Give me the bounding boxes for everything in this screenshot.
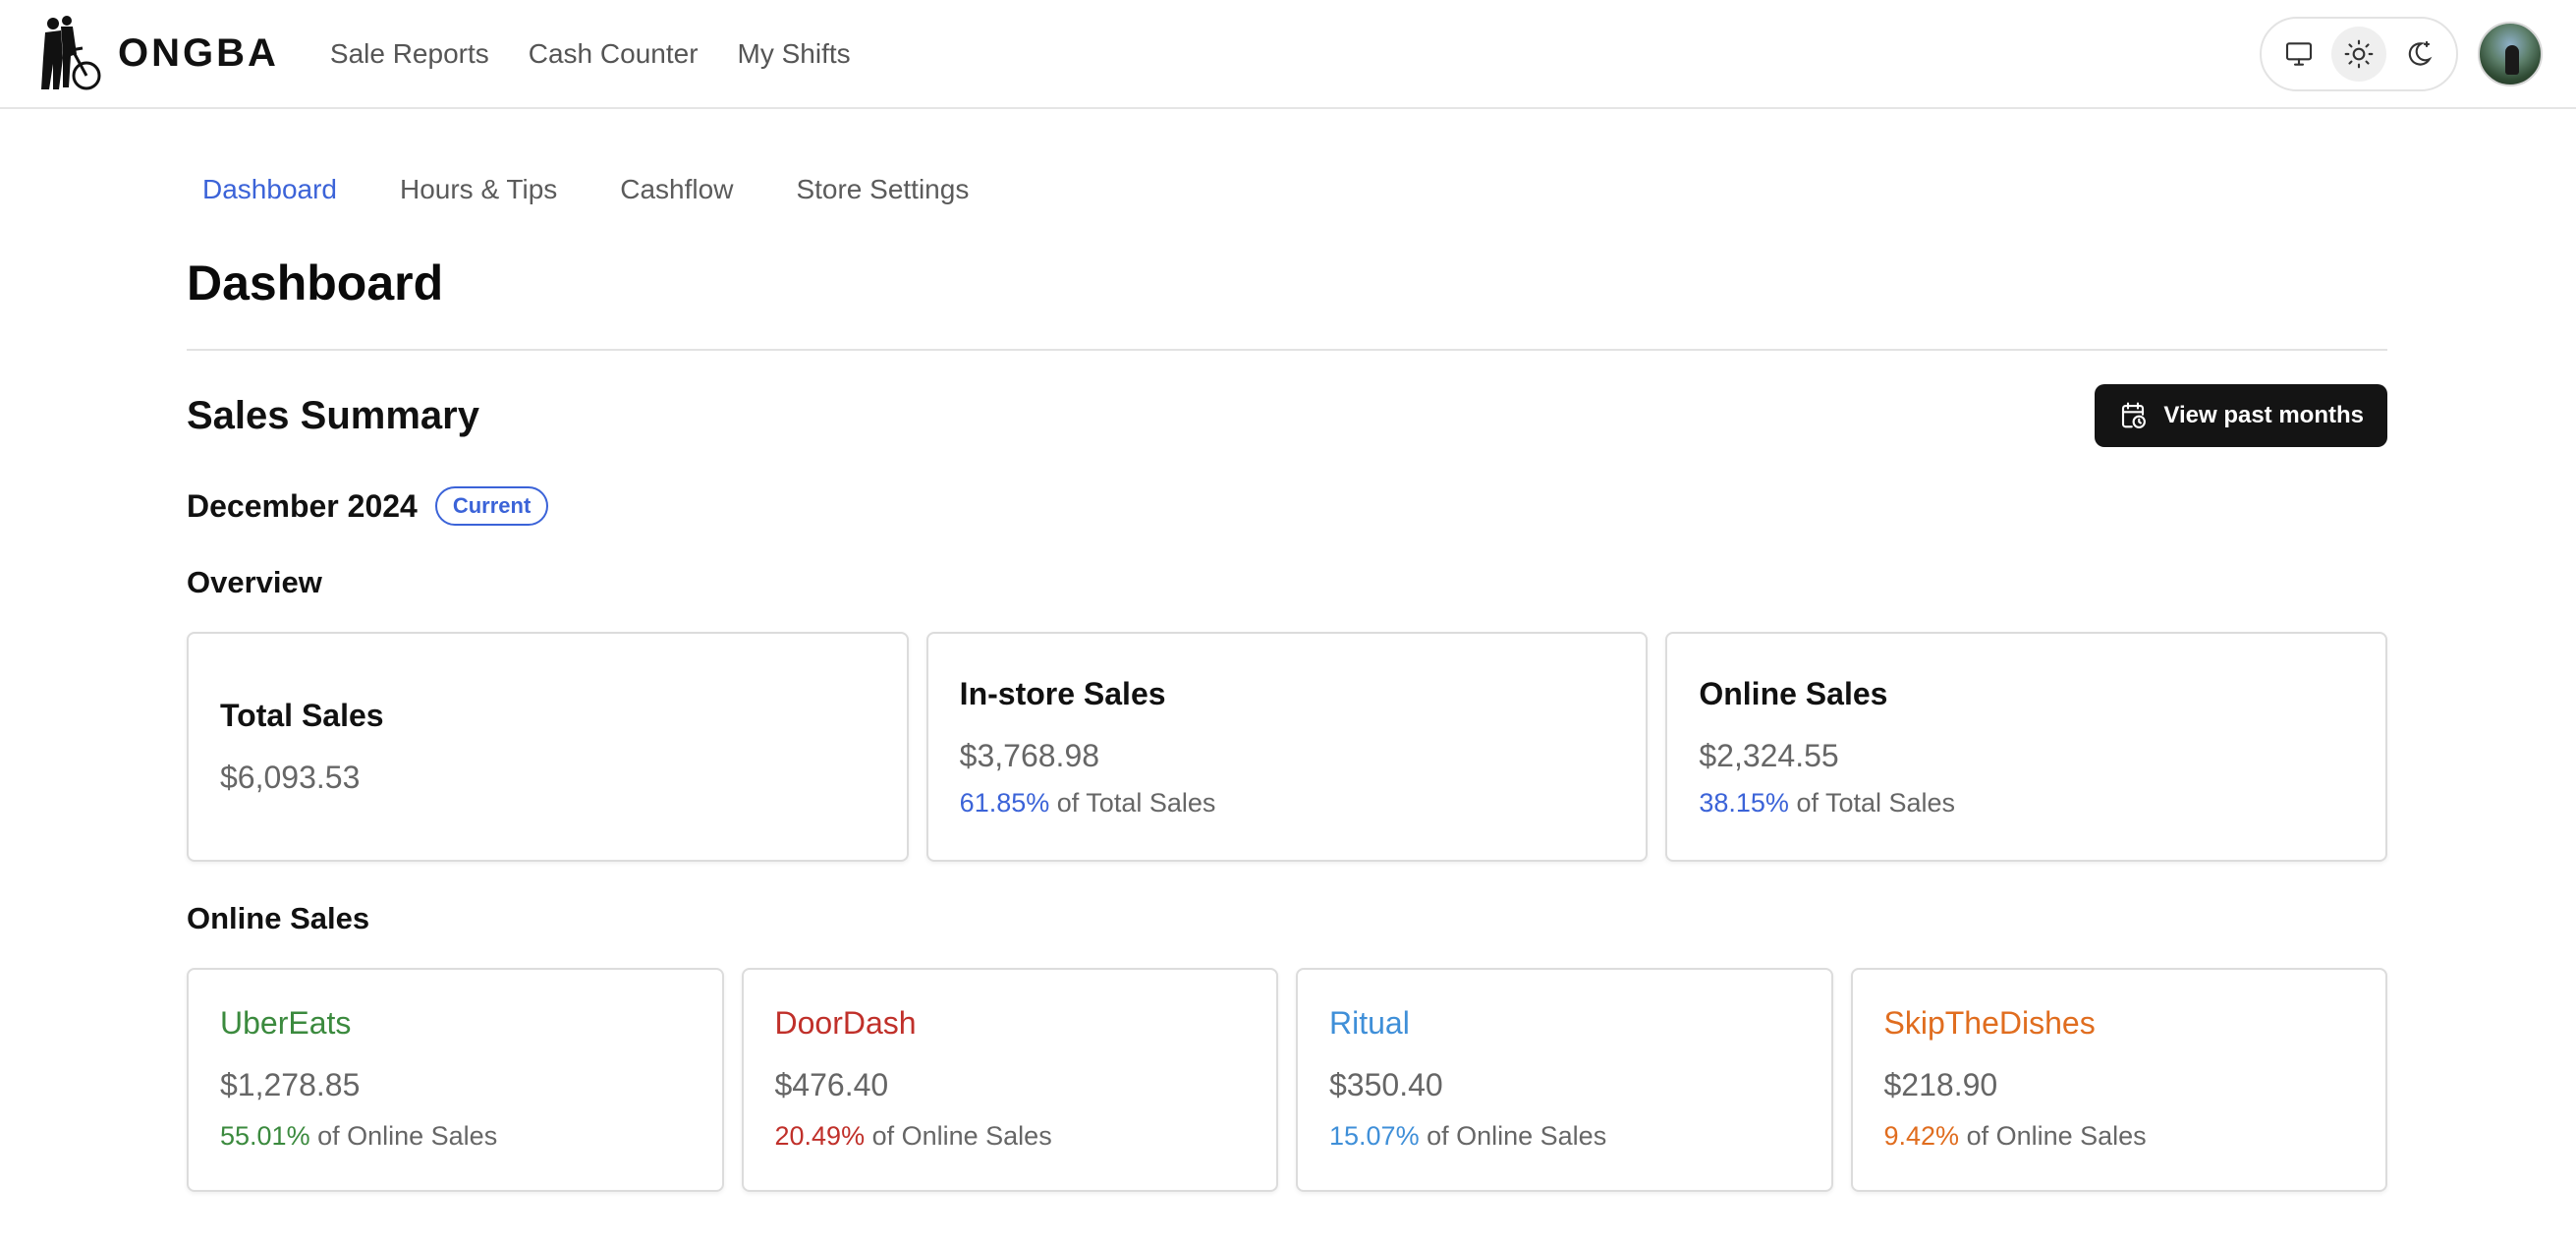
theme-dark-button[interactable] xyxy=(2391,27,2446,82)
brand-name: ONGBA xyxy=(118,31,279,75)
topnav-my-shifts[interactable]: My Shifts xyxy=(738,38,851,70)
percentage-value: 9.42% xyxy=(1883,1121,1960,1151)
platform-name: UberEats xyxy=(220,1005,352,1041)
platform-value: $350.40 xyxy=(1329,1067,1443,1102)
brand[interactable]: ONGBA xyxy=(31,15,279,93)
divider xyxy=(187,349,2387,351)
top-nav: Sale Reports Cash Counter My Shifts xyxy=(330,38,851,70)
theme-light-button[interactable] xyxy=(2330,27,2386,82)
card-value: $2,324.55 xyxy=(1699,737,1839,773)
card-title: Online Sales xyxy=(1699,675,1888,711)
percentage-suffix: of Online Sales xyxy=(1427,1121,1607,1151)
theme-switch xyxy=(2260,17,2458,91)
tab-hours-tips[interactable]: Hours & Tips xyxy=(400,174,557,205)
percentage-value: 15.07% xyxy=(1329,1121,1420,1151)
platform-percentage: 9.42% of Online Sales xyxy=(1884,1121,2355,1152)
ubereats-card: UberEats $1,278.85 55.01% of Online Sale… xyxy=(187,968,724,1192)
skipthedishes-card: SkipTheDishes $218.90 9.42% of Online Sa… xyxy=(1850,968,2387,1192)
moon-icon xyxy=(2408,40,2433,66)
percentage-value: 38.15% xyxy=(1699,787,1789,818)
card-value: $6,093.53 xyxy=(220,760,361,795)
platform-value: $476.40 xyxy=(774,1067,889,1102)
tab-dashboard[interactable]: Dashboard xyxy=(202,174,337,205)
card-value: $3,768.98 xyxy=(959,737,1100,773)
doordash-card: DoorDash $476.40 20.49% of Online Sales xyxy=(741,968,1278,1192)
percentage-suffix: of Online Sales xyxy=(871,1121,1052,1151)
tab-cashflow[interactable]: Cashflow xyxy=(620,174,733,205)
monitor-icon xyxy=(2286,42,2313,66)
card-title: Total Sales xyxy=(220,698,384,733)
percentage-suffix: of Total Sales xyxy=(1056,787,1216,818)
platform-percentage: 20.49% of Online Sales xyxy=(775,1121,1246,1152)
sun-icon xyxy=(2344,39,2374,69)
brand-logo-icon xyxy=(41,15,101,89)
percentage-value: 20.49% xyxy=(774,1121,866,1151)
card-title: In-store Sales xyxy=(959,675,1166,711)
topbar-right xyxy=(2260,17,2543,91)
calendar-clock-icon xyxy=(2122,402,2147,428)
overview-title: Overview xyxy=(187,565,322,599)
view-past-months-button[interactable]: View past months xyxy=(2095,384,2387,447)
percentage-suffix: of Online Sales xyxy=(1966,1121,2147,1151)
card-percentage: 38.15% of Total Sales xyxy=(1699,788,2354,819)
platform-percentage: 15.07% of Online Sales xyxy=(1329,1121,1800,1152)
platform-percentage: 55.01% of Online Sales xyxy=(220,1121,691,1152)
percentage-value: 61.85% xyxy=(959,787,1050,818)
sales-summary-title: Sales Summary xyxy=(187,393,479,437)
top-navbar: ONGBA Sale Reports Cash Counter My Shift… xyxy=(0,0,2576,109)
overview-cards: Total Sales $6,093.53 In-store Sales $3,… xyxy=(187,632,2388,862)
online-sales-card: Online Sales $2,324.55 38.15% of Total S… xyxy=(1665,632,2388,862)
topnav-sale-reports[interactable]: Sale Reports xyxy=(330,38,489,70)
sub-nav: Dashboard Hours & Tips Cashflow Store Se… xyxy=(202,174,2387,205)
ritual-card: Ritual $350.40 15.07% of Online Sales xyxy=(1296,968,1833,1192)
month-row: December 2024 Current xyxy=(187,486,2387,526)
current-badge: Current xyxy=(434,486,549,526)
online-platform-cards: UberEats $1,278.85 55.01% of Online Sale… xyxy=(187,968,2387,1192)
page-title: Dashboard xyxy=(187,255,444,310)
view-past-months-label: View past months xyxy=(2163,402,2364,428)
platform-name: SkipTheDishes xyxy=(1883,1005,2096,1041)
percentage-suffix: of Total Sales xyxy=(1796,787,1956,818)
month-title: December 2024 xyxy=(187,487,418,524)
online-sales-title: Online Sales xyxy=(187,901,370,935)
card-percentage: 61.85% of Total Sales xyxy=(960,788,1615,819)
tab-store-settings[interactable]: Store Settings xyxy=(796,174,969,205)
theme-system-button[interactable] xyxy=(2271,27,2326,82)
sales-summary-header: Sales Summary View past months xyxy=(187,384,2387,447)
platform-name: DoorDash xyxy=(774,1005,917,1041)
topnav-cash-counter[interactable]: Cash Counter xyxy=(529,38,699,70)
avatar[interactable] xyxy=(2478,22,2543,86)
instore-sales-card: In-store Sales $3,768.98 61.85% of Total… xyxy=(925,632,1649,862)
platform-name: Ritual xyxy=(1329,1005,1410,1041)
platform-value: $218.90 xyxy=(1883,1067,1998,1102)
main-content: Dashboard Hours & Tips Cashflow Store Se… xyxy=(187,109,2388,1192)
total-sales-card: Total Sales $6,093.53 xyxy=(187,632,909,862)
percentage-value: 55.01% xyxy=(220,1121,310,1151)
percentage-suffix: of Online Sales xyxy=(317,1121,498,1151)
platform-value: $1,278.85 xyxy=(220,1067,361,1102)
